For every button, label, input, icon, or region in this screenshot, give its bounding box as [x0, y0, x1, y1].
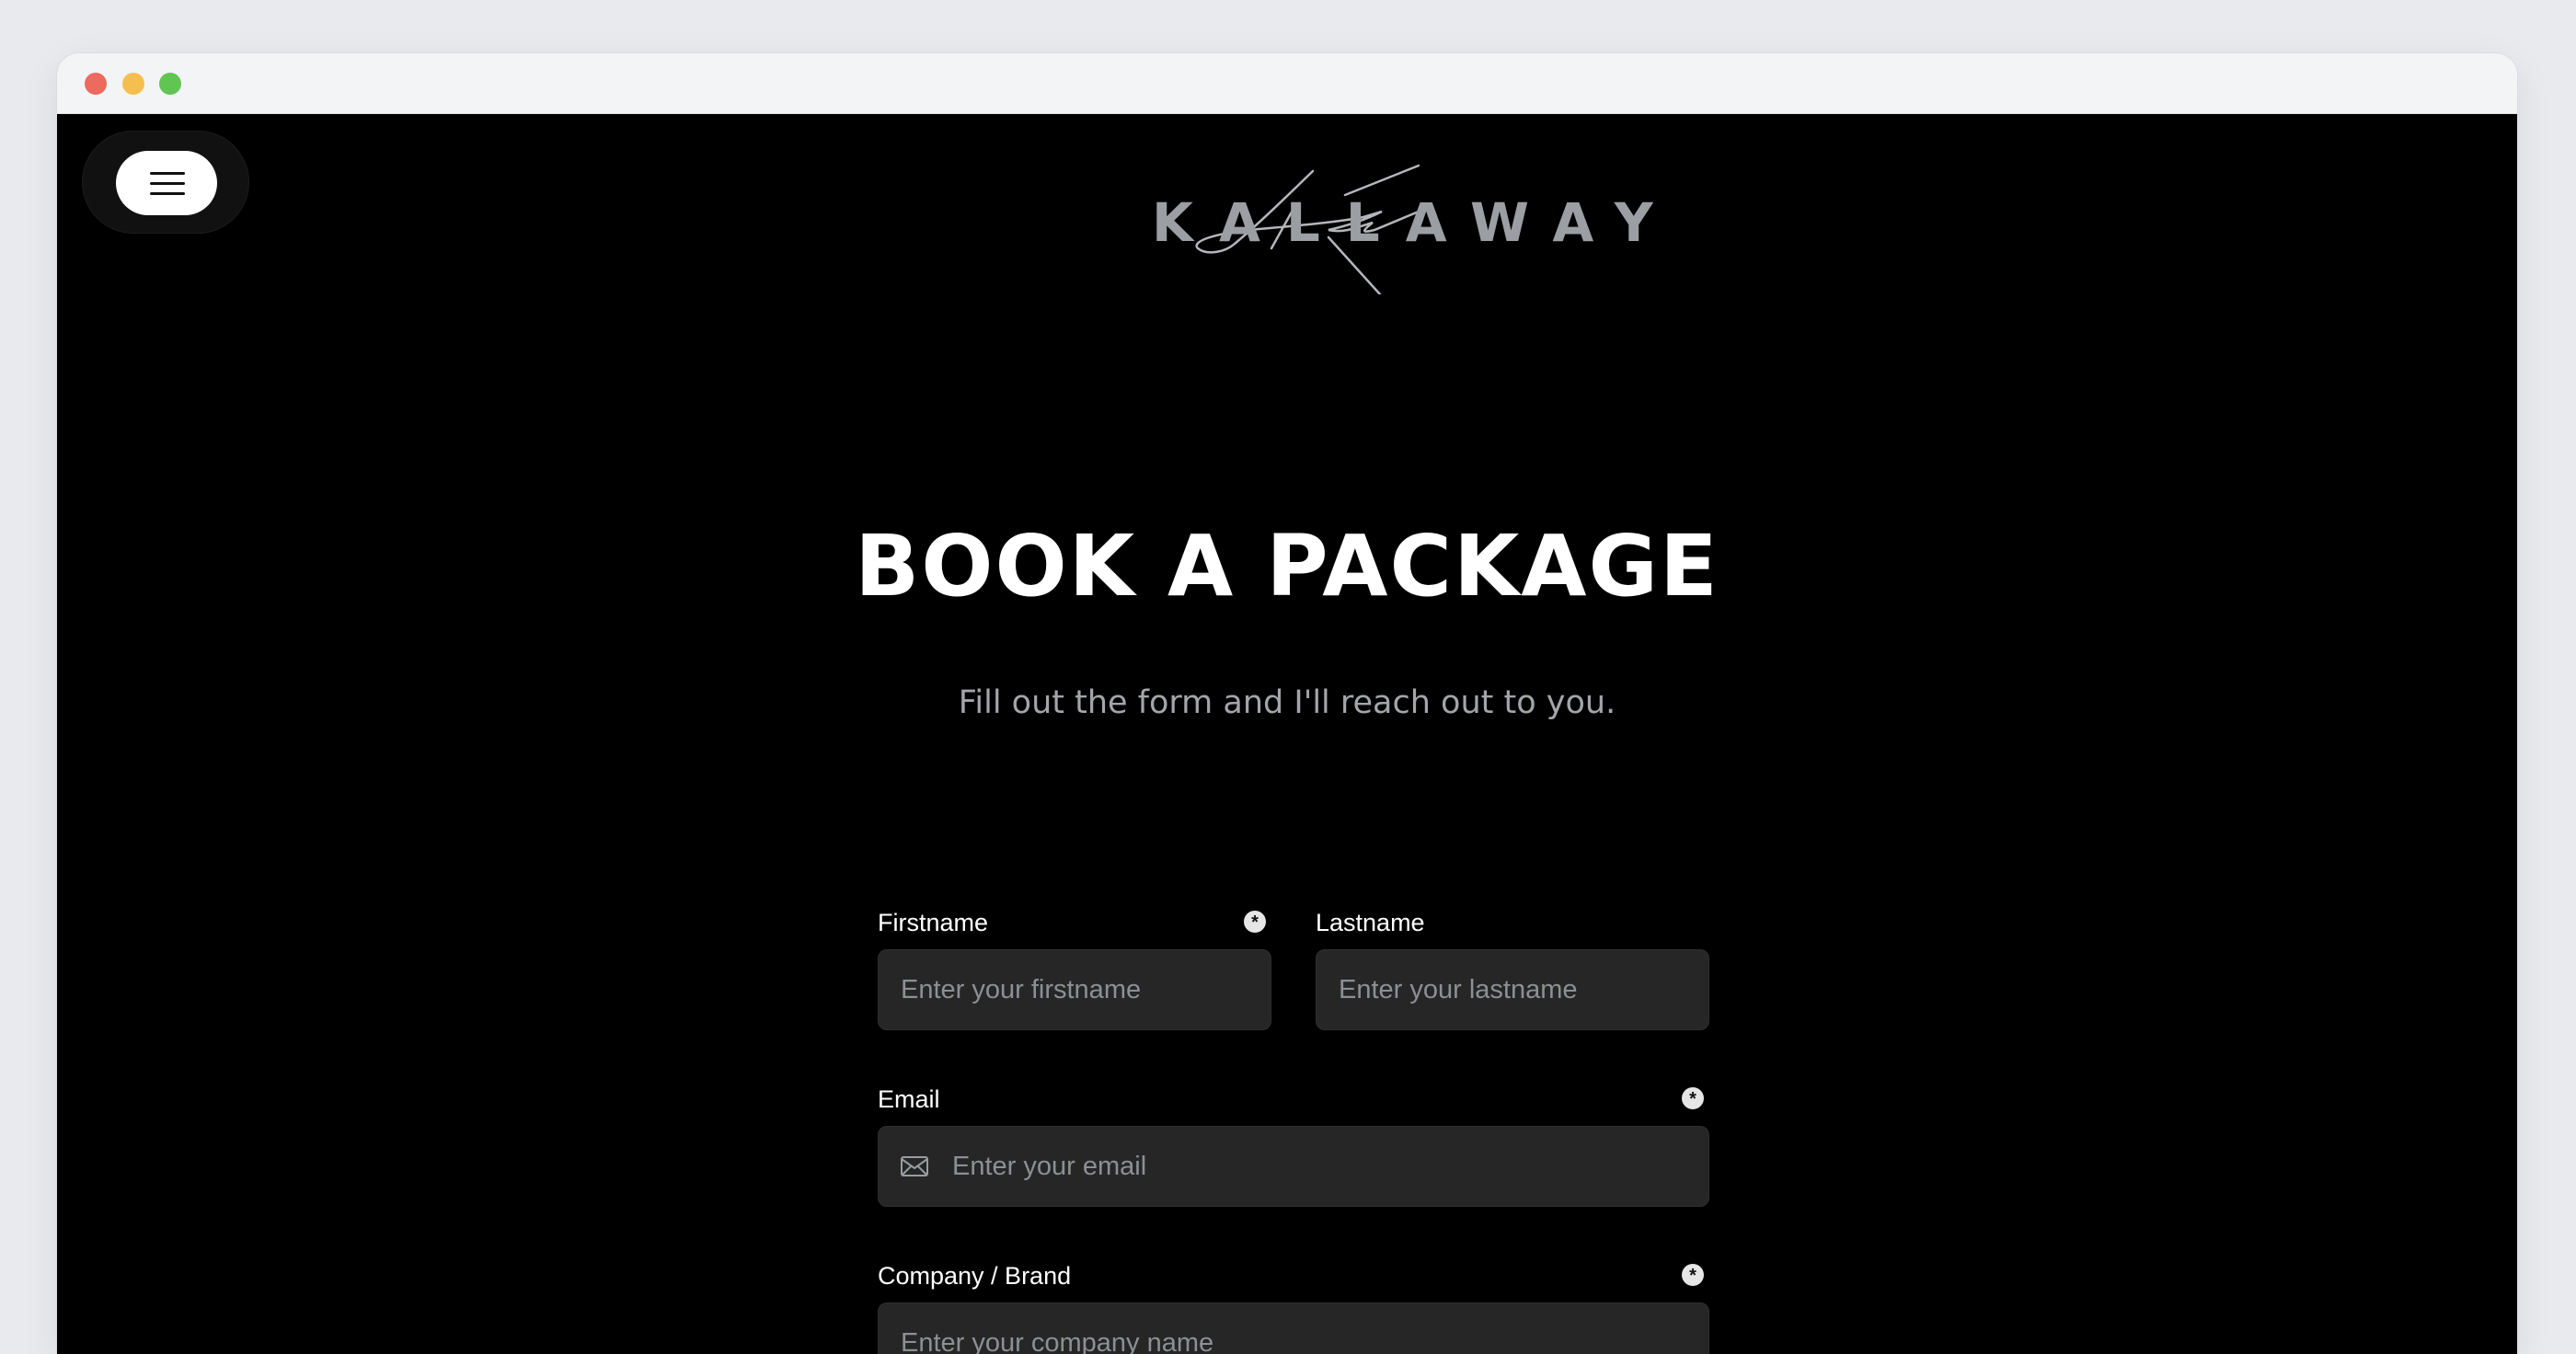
logo-wordmark: KALLAWAY — [1152, 191, 1679, 254]
company-field: Company / Brand * — [878, 1262, 1709, 1354]
page-title: BOOK A PACKAGE — [855, 517, 1719, 615]
close-window-button[interactable] — [85, 73, 107, 95]
menu-button[interactable] — [116, 151, 217, 215]
page-subtitle: Fill out the form and I'll reach out to … — [958, 684, 1616, 721]
email-label: Email — [878, 1085, 940, 1113]
required-icon: * — [1244, 911, 1266, 933]
company-input[interactable] — [878, 1302, 1709, 1354]
brand-logo[interactable]: KALLAWAY — [1087, 156, 1653, 294]
company-label: Company / Brand — [878, 1262, 1072, 1290]
email-input[interactable] — [878, 1126, 1709, 1207]
menu-container — [82, 131, 249, 234]
maximize-window-button[interactable] — [159, 73, 181, 95]
window-titlebar — [57, 53, 2517, 114]
firstname-input[interactable] — [878, 949, 1271, 1030]
required-icon: * — [1682, 1264, 1704, 1286]
required-icon: * — [1682, 1087, 1704, 1109]
page-content: KALLAWAY BOOK A PACKAGE Fill out the for… — [57, 114, 2517, 1354]
minimize-window-button[interactable] — [122, 73, 144, 95]
browser-window: KALLAWAY BOOK A PACKAGE Fill out the for… — [57, 53, 2517, 1354]
lastname-field: Lastname — [1316, 909, 1709, 1030]
firstname-field: Firstname * — [878, 909, 1271, 1030]
email-field: Email * — [878, 1085, 1709, 1207]
lastname-label: Lastname — [1316, 909, 1425, 936]
firstname-label: Firstname — [878, 909, 989, 936]
mail-icon — [901, 1156, 928, 1176]
lastname-input[interactable] — [1316, 949, 1709, 1030]
